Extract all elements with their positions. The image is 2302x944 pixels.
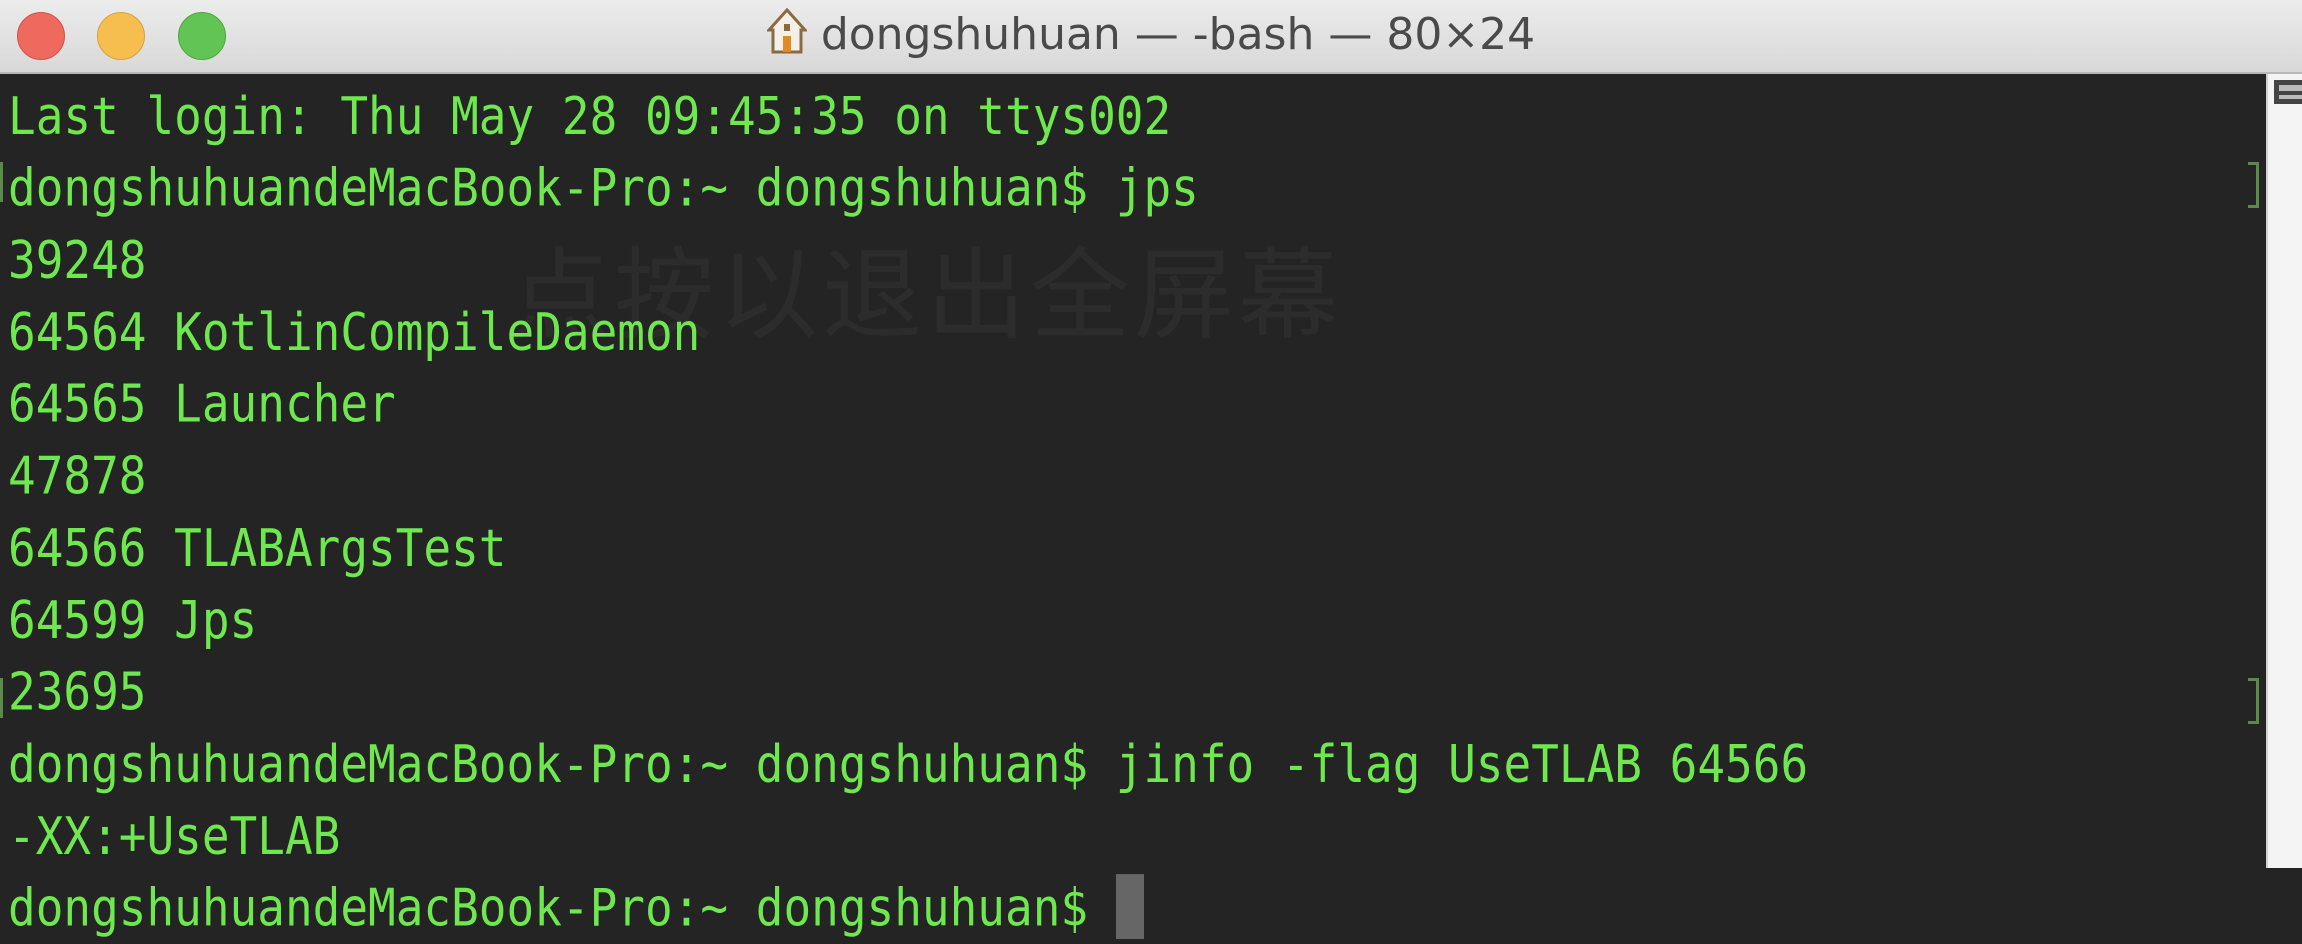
terminal-lines: Last login: Thu May 28 09:45:35 on ttys0…	[8, 80, 1808, 944]
terminal-line: 23695	[8, 661, 147, 723]
terminal-line: 64566 TLABArgsTest	[8, 517, 507, 579]
text-cursor	[1115, 874, 1144, 940]
prompt-mark-right	[2248, 162, 2259, 208]
terminal-line: -XX:+UseTLAB	[8, 805, 341, 867]
terminal-prompt: dongshuhuandeMacBook-Pro:~ dongshuhuan$	[8, 877, 1116, 939]
terminal-line: 64564 KotlinCompileDaemon	[8, 301, 701, 363]
terminal-line: dongshuhuandeMacBook-Pro:~ dongshuhuan$ …	[8, 733, 1809, 795]
title-bar: dongshuhuan — -bash — 80×24	[0, 0, 2302, 74]
terminal-line: 39248	[8, 229, 147, 291]
terminal-line: 64599 Jps	[8, 589, 258, 651]
window-title: dongshuhuan — -bash — 80×24	[820, 9, 1536, 60]
home-icon	[765, 7, 809, 66]
terminal-prompt-line[interactable]: dongshuhuandeMacBook-Pro:~ dongshuhuan$	[8, 872, 1808, 944]
terminal-line: dongshuhuandeMacBook-Pro:~ dongshuhuan$ …	[8, 157, 1199, 219]
terminal-line: Last login: Thu May 28 09:45:35 on ttys0…	[8, 85, 1172, 147]
window-title-wrap: dongshuhuan — -bash — 80×24	[0, 7, 2302, 66]
terminal-output[interactable]: 点按以退出全屏幕 Last login: Thu May 28 09:45:35…	[0, 74, 2266, 940]
split-pane-icon[interactable]	[2274, 80, 2302, 104]
terminal-line: 64565 Launcher	[8, 373, 396, 435]
scrollbar[interactable]	[2266, 74, 2302, 868]
prompt-mark-right	[2248, 678, 2259, 724]
terminal-line: 47878	[8, 445, 147, 507]
